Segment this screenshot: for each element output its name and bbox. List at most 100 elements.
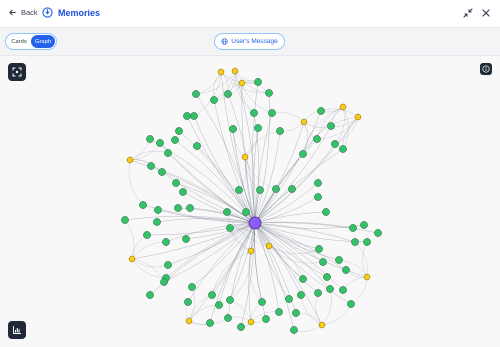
memory-node[interactable] [374,229,382,237]
memory-node[interactable] [268,109,276,117]
memory-node[interactable] [224,90,232,98]
memory-node[interactable] [188,283,196,291]
memory-node[interactable] [210,96,218,104]
memory-node[interactable] [172,179,180,187]
memory-node[interactable] [226,296,234,304]
memory-node[interactable] [186,204,194,212]
memory-node[interactable] [179,188,187,196]
memory-node[interactable] [256,186,264,194]
memory-node[interactable] [250,109,258,117]
memory-node[interactable] [171,136,179,144]
memory-node[interactable] [349,224,357,232]
memory-node[interactable] [254,124,262,132]
memory-node[interactable] [326,285,334,293]
memory-node[interactable] [313,135,321,143]
topic-node[interactable] [247,318,255,326]
memory-node[interactable] [164,149,172,157]
memory-node[interactable] [226,224,234,232]
memory-node[interactable] [299,275,307,283]
memory-node[interactable] [262,315,270,323]
collapse-icon[interactable] [463,8,473,18]
topic-node[interactable] [217,68,225,76]
memory-node[interactable] [154,206,162,214]
topic-node[interactable] [247,247,255,255]
memory-node[interactable] [206,319,214,327]
memory-node[interactable] [314,289,322,297]
topic-node[interactable] [238,79,246,87]
memory-node[interactable] [193,142,201,150]
memory-node[interactable] [327,122,335,130]
memory-node[interactable] [297,291,305,299]
memory-node[interactable] [314,193,322,201]
memory-node[interactable] [319,258,327,266]
topic-node[interactable] [128,255,136,263]
topic-node[interactable] [231,67,239,75]
topic-node[interactable] [265,242,273,250]
memory-node[interactable] [156,139,164,147]
back-button[interactable]: Back [8,8,38,17]
memory-node[interactable] [314,179,322,187]
memory-node[interactable] [208,291,216,299]
memory-node[interactable] [160,278,168,286]
memory-node[interactable] [190,112,198,120]
memory-node[interactable] [143,231,151,239]
memory-node[interactable] [242,208,250,216]
memory-node[interactable] [363,238,371,246]
memory-node[interactable] [215,301,223,309]
memory-node[interactable] [265,89,273,97]
memory-node[interactable] [317,107,325,115]
memory-node[interactable] [184,298,192,306]
memory-node[interactable] [164,261,172,269]
memory-node[interactable] [175,127,183,135]
topic-node[interactable] [241,153,249,161]
memory-node[interactable] [342,266,350,274]
graph-view-button[interactable]: Graph [31,35,55,48]
memory-node[interactable] [146,291,154,299]
memory-node[interactable] [192,90,200,98]
memory-node[interactable] [288,185,296,193]
memory-node[interactable] [315,245,323,253]
memory-node[interactable] [290,326,298,334]
info-button[interactable] [480,63,492,75]
memory-node[interactable] [351,238,359,246]
memory-node[interactable] [224,314,232,322]
memory-node[interactable] [258,298,266,306]
memory-node[interactable] [182,235,190,243]
memory-node[interactable] [158,168,166,176]
memory-graph[interactable] [0,56,500,347]
memory-node[interactable] [223,208,231,216]
memory-node[interactable] [276,127,284,135]
memory-node[interactable] [237,323,245,331]
memory-node[interactable] [285,295,293,303]
topic-node[interactable] [185,317,193,325]
topic-node[interactable] [363,273,371,281]
users-message-button[interactable]: User's Message [214,33,285,50]
memory-node[interactable] [147,162,155,170]
memory-node[interactable] [335,256,343,264]
memory-node[interactable] [323,273,331,281]
topic-node[interactable] [300,118,308,126]
memory-node[interactable] [272,185,280,193]
memory-node[interactable] [347,300,355,308]
topic-node[interactable] [318,321,326,329]
memory-node[interactable] [153,218,161,226]
topic-node[interactable] [354,113,362,121]
memory-node[interactable] [292,309,300,317]
memory-node[interactable] [275,308,283,316]
memory-node[interactable] [331,140,339,148]
topic-node[interactable] [126,156,134,164]
memory-node[interactable] [360,221,368,229]
memory-node[interactable] [322,208,330,216]
memory-node[interactable] [183,112,191,120]
cards-view-button[interactable]: Cards [7,35,31,48]
memory-node[interactable] [254,78,262,86]
fit-view-button[interactable] [8,63,26,81]
memory-node[interactable] [229,125,237,133]
memory-node[interactable] [339,145,347,153]
memory-node[interactable] [235,186,243,194]
memory-node[interactable] [139,201,147,209]
topic-node[interactable] [339,103,347,111]
center-node[interactable] [248,216,262,230]
close-icon[interactable] [481,8,491,18]
memory-node[interactable] [174,204,182,212]
